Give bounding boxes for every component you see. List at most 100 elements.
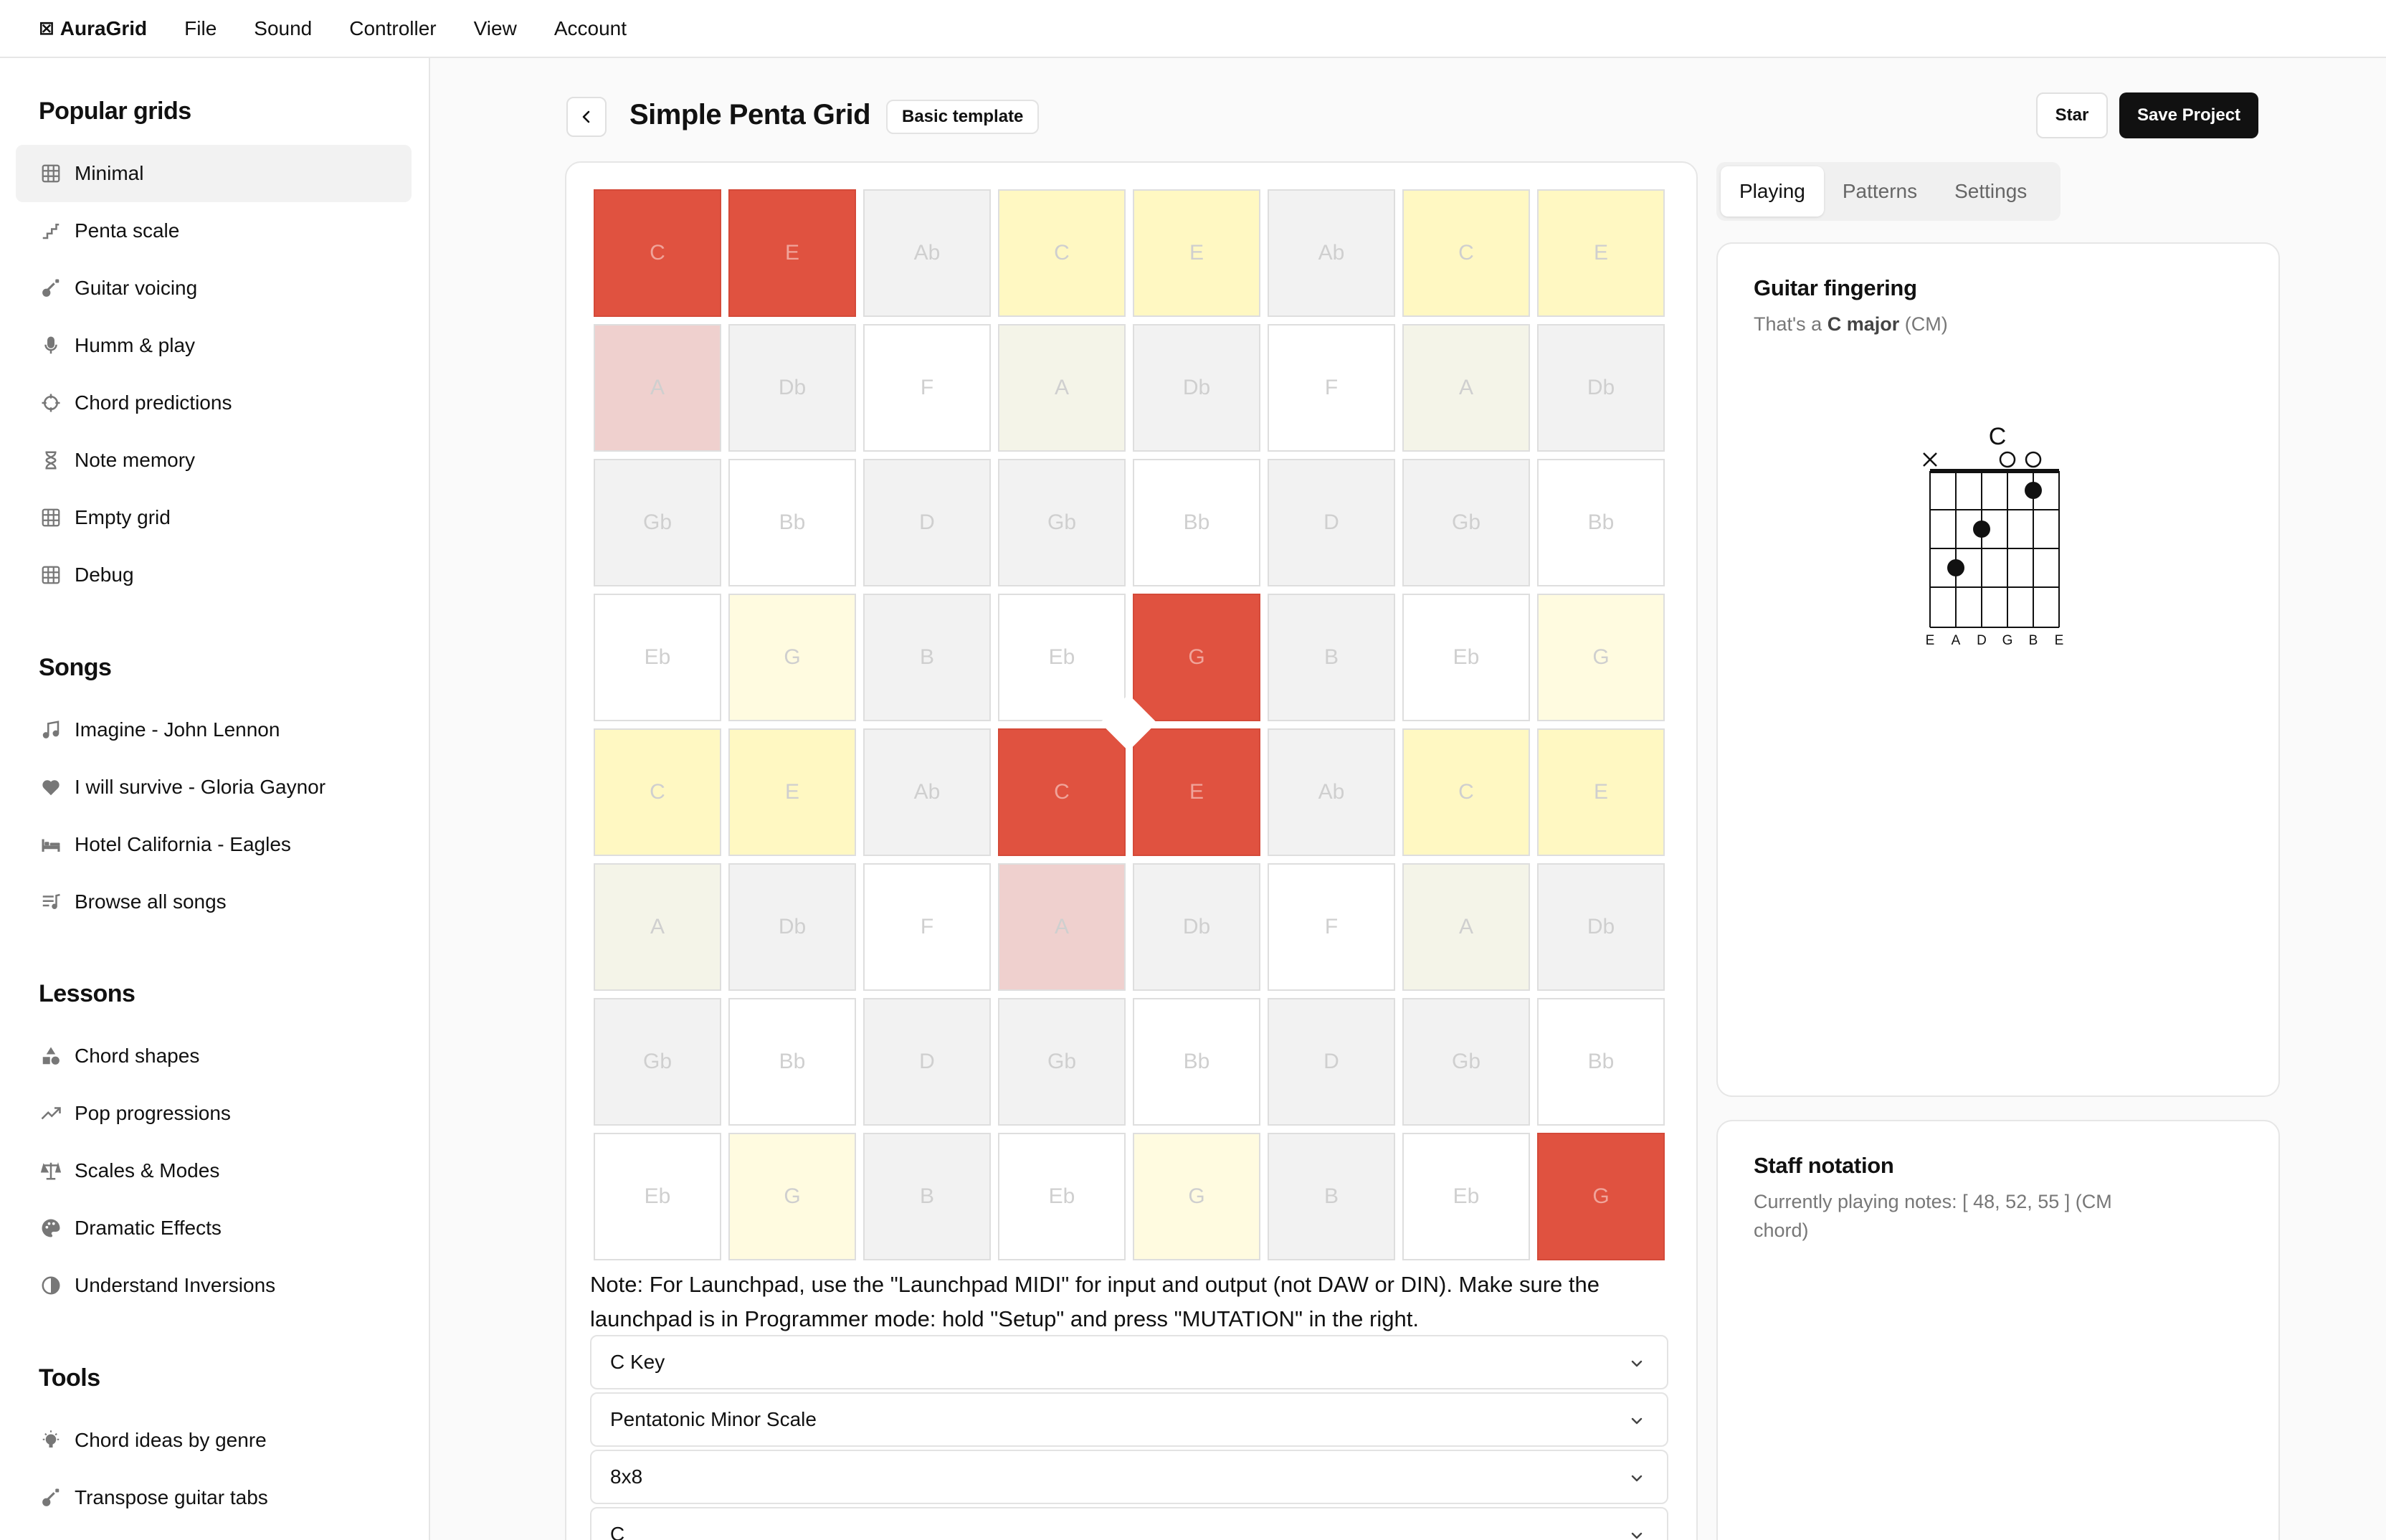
grid-pad[interactable]: E: [1537, 728, 1665, 856]
grid-pad[interactable]: F: [1268, 863, 1395, 991]
sidebar-item-imagine-john-lennon[interactable]: Imagine - John Lennon: [16, 701, 412, 759]
grid-pad[interactable]: E: [1133, 728, 1260, 856]
grid-pad[interactable]: F: [1268, 324, 1395, 452]
sidebar-item-penta-scale[interactable]: Penta scale: [16, 202, 412, 260]
sidebar-item-chord-shapes[interactable]: Chord shapes: [16, 1027, 412, 1085]
scale-select[interactable]: Pentatonic Minor Scale: [590, 1392, 1668, 1447]
grid-pad[interactable]: Db: [1537, 324, 1665, 452]
grid-pad[interactable]: E: [1133, 189, 1260, 317]
tab-playing[interactable]: Playing: [1721, 166, 1824, 217]
grid-pad[interactable]: Db: [1133, 863, 1260, 991]
save-project-button[interactable]: Save Project: [2119, 92, 2258, 138]
grid-pad[interactable]: Bb: [1133, 459, 1260, 586]
grid-pad[interactable]: G: [728, 594, 856, 721]
grid-size-select[interactable]: 8x8: [590, 1450, 1668, 1504]
sidebar-item-humm-play[interactable]: Humm & play: [16, 317, 412, 374]
grid-pad[interactable]: Gb: [1402, 998, 1530, 1126]
menu-account[interactable]: Account: [554, 17, 627, 40]
grid-pad[interactable]: Bb: [728, 459, 856, 586]
grid-pad[interactable]: A: [998, 324, 1126, 452]
key-select[interactable]: C Key: [590, 1335, 1668, 1389]
sidebar-item-label: Scales & Modes: [75, 1159, 220, 1182]
grid-pad[interactable]: Bb: [728, 998, 856, 1126]
grid-pad[interactable]: G: [728, 1133, 856, 1260]
sidebar-item-chord-predictions[interactable]: Chord predictions: [16, 374, 412, 432]
menu-view[interactable]: View: [474, 17, 517, 40]
grid-pad[interactable]: Db: [728, 324, 856, 452]
grid-pad[interactable]: B: [863, 594, 991, 721]
grid-pad[interactable]: E: [1537, 189, 1665, 317]
grid-pad[interactable]: Eb: [998, 1133, 1126, 1260]
sidebar-item-hotel-california-eagles[interactable]: Hotel California - Eagles: [16, 816, 412, 873]
grid-pad[interactable]: Gb: [998, 459, 1126, 586]
sidebar-item-dramatic-effects[interactable]: Dramatic Effects: [16, 1199, 412, 1257]
grid-pad[interactable]: Gb: [594, 459, 721, 586]
grid-pad[interactable]: Eb: [1402, 1133, 1530, 1260]
sidebar-item-debug[interactable]: Debug: [16, 546, 412, 604]
grid-pad[interactable]: Db: [728, 863, 856, 991]
grid-pad[interactable]: D: [1268, 459, 1395, 586]
menu-sound[interactable]: Sound: [254, 17, 312, 40]
grid-pad[interactable]: E: [728, 189, 856, 317]
grid-pad[interactable]: Eb: [594, 594, 721, 721]
grid-pad[interactable]: Bb: [1537, 459, 1665, 586]
grid-pad[interactable]: Ab: [863, 189, 991, 317]
sidebar-item-empty-grid[interactable]: Empty grid: [16, 489, 412, 546]
sidebar-item-browse-all-songs[interactable]: Browse all songs: [16, 873, 412, 931]
sidebar-item-i-will-survive-gloria-gaynor[interactable]: I will survive - Gloria Gaynor: [16, 759, 412, 816]
grid-pad[interactable]: Eb: [594, 1133, 721, 1260]
grid-pad[interactable]: A: [998, 863, 1126, 991]
grid-pad[interactable]: D: [1268, 998, 1395, 1126]
sidebar-item-transpose-guitar-tabs[interactable]: Transpose guitar tabs: [16, 1469, 412, 1526]
grid-pad[interactable]: D: [863, 459, 991, 586]
grid-pad[interactable]: C: [594, 728, 721, 856]
grid-pad[interactable]: Gb: [594, 998, 721, 1126]
grid-pad[interactable]: D: [863, 998, 991, 1126]
grid-pad[interactable]: Db: [1537, 863, 1665, 991]
tab-settings[interactable]: Settings: [1936, 166, 2045, 217]
grid-pad[interactable]: Eb: [1402, 594, 1530, 721]
grid-pad[interactable]: Db: [1133, 324, 1260, 452]
grid-pad[interactable]: C: [998, 189, 1126, 317]
grid-pad[interactable]: Ab: [1268, 728, 1395, 856]
grid-pad[interactable]: C: [1402, 189, 1530, 317]
grid-pad[interactable]: Gb: [1402, 459, 1530, 586]
grid-pad[interactable]: C: [1402, 728, 1530, 856]
grid-pad[interactable]: B: [1268, 594, 1395, 721]
sidebar-item-pop-progressions[interactable]: Pop progressions: [16, 1085, 412, 1142]
grid-pad[interactable]: Bb: [1537, 998, 1665, 1126]
grid-pad[interactable]: A: [1402, 863, 1530, 991]
grid-pad[interactable]: Gb: [998, 998, 1126, 1126]
grid-pad[interactable]: G: [1133, 594, 1260, 721]
root-note-select[interactable]: C: [590, 1507, 1668, 1540]
sidebar-item-minimal[interactable]: Minimal: [16, 145, 412, 202]
grid-pad[interactable]: A: [594, 863, 721, 991]
sidebar-item-note-memory[interactable]: Note memory: [16, 432, 412, 489]
grid-pad[interactable]: A: [594, 324, 721, 452]
sidebar-item-scales-modes[interactable]: Scales & Modes: [16, 1142, 412, 1199]
grid-pad[interactable]: C: [594, 189, 721, 317]
grid-pad[interactable]: Ab: [1268, 189, 1395, 317]
grid-pad[interactable]: C: [998, 728, 1126, 856]
menu-controller[interactable]: Controller: [349, 17, 436, 40]
grid-pad[interactable]: Eb: [998, 594, 1126, 721]
grid-pad[interactable]: F: [863, 324, 991, 452]
grid-pad[interactable]: B: [863, 1133, 991, 1260]
tab-patterns[interactable]: Patterns: [1824, 166, 1936, 217]
star-button[interactable]: Star: [2036, 92, 2108, 138]
grid-pad[interactable]: Bb: [1133, 998, 1260, 1126]
grid-pad[interactable]: A: [1402, 324, 1530, 452]
grid-pad[interactable]: G: [1537, 594, 1665, 721]
sidebar-item-guitar-voicing[interactable]: Guitar voicing: [16, 260, 412, 317]
app-brand[interactable]: ⊠ AuraGrid: [39, 17, 147, 40]
menu-file[interactable]: File: [184, 17, 217, 40]
grid-pad[interactable]: Ab: [863, 728, 991, 856]
back-button[interactable]: [566, 97, 607, 137]
sidebar-item-understand-inversions[interactable]: Understand Inversions: [16, 1257, 412, 1314]
grid-pad[interactable]: B: [1268, 1133, 1395, 1260]
grid-pad[interactable]: G: [1537, 1133, 1665, 1260]
sidebar-item-chord-ideas-by-genre[interactable]: Chord ideas by genre: [16, 1412, 412, 1469]
grid-pad[interactable]: G: [1133, 1133, 1260, 1260]
grid-pad[interactable]: F: [863, 863, 991, 991]
grid-pad[interactable]: E: [728, 728, 856, 856]
